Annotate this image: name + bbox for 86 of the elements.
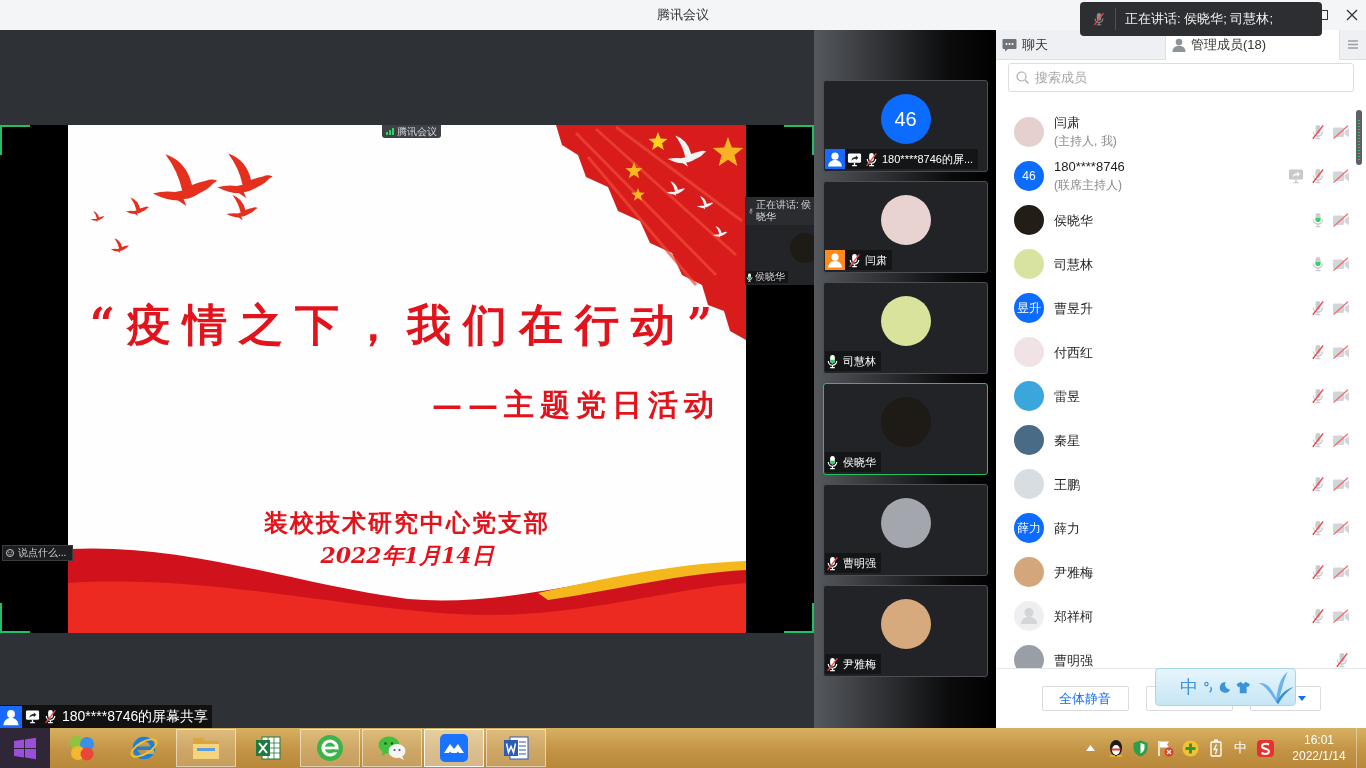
member-name: 尹雅梅 (1054, 564, 1094, 580)
member-name: 王鹏 (1054, 476, 1081, 492)
balls-cluster-icon (67, 733, 97, 763)
window-panes-icon (13, 736, 37, 760)
video-tile[interactable]: 闫肃 (823, 181, 988, 273)
member-name: 司慧林 (1054, 256, 1094, 272)
avatar-initials: 昱升 (1014, 293, 1044, 323)
participant-name: 曹明强 (843, 555, 876, 571)
member-role-note: (联席主持人) (1054, 177, 1123, 193)
video-tile[interactable]: 尹雅梅 (823, 585, 988, 677)
document-icon (502, 734, 530, 762)
video-tile[interactable]: 侯晓华 (823, 383, 988, 475)
smiley-icon (6, 549, 14, 557)
slide-subtitle: ——主题党日活动 (432, 386, 720, 424)
participant-name: 180****8746的屏... (882, 151, 974, 167)
avatar-initials: 46 (1014, 161, 1044, 191)
participant-name: 侯晓华 (843, 454, 876, 470)
punctuation-icon[interactable] (1204, 681, 1213, 693)
dove-drawing (110, 238, 130, 253)
member-name: 180****8746 (1054, 159, 1126, 174)
scrollbar-thumb[interactable] (1356, 110, 1362, 165)
participant-name: 司慧林 (843, 353, 876, 369)
slide-title: “疫情之下，我们在行动” (89, 298, 725, 352)
user-icon (1172, 37, 1186, 52)
menu-button[interactable] (1340, 30, 1366, 60)
participant-name: 尹雅梅 (843, 656, 876, 672)
chat-hint-text: 说点什么... (18, 547, 67, 559)
panel-tab[interactable]: 聊天 (996, 30, 1166, 60)
ring-logo-icon (316, 734, 344, 762)
speaking-text: 正在讲话: 侯晓华; 司慧林; (1125, 10, 1274, 28)
member-name: 闫肃 (1054, 115, 1081, 130)
member-name: 郑祥柯 (1054, 608, 1094, 624)
member-name: 付西红 (1054, 344, 1094, 360)
folder-icon (191, 735, 221, 761)
member-name: 曹昱升 (1054, 300, 1094, 316)
video-tile[interactable]: 曹明强 (823, 484, 988, 576)
moon-icon[interactable] (1218, 681, 1231, 693)
window-title: 腾讯会议 (657, 6, 709, 24)
corner-bracket-icon (784, 125, 814, 155)
corner-bracket-icon (0, 603, 30, 633)
slide-date: 2022年1月14日 (320, 541, 494, 569)
corner-bracket-icon (0, 125, 30, 155)
participant-name: 闫肃 (865, 252, 887, 268)
taskbar-app-button[interactable] (486, 729, 546, 767)
shield-icon[interactable] (1133, 739, 1148, 757)
swirl-logo-icon[interactable] (1257, 739, 1274, 757)
participant-name: 侯晓华 (755, 271, 785, 283)
share-name-text: 180****8746的屏幕共享 (62, 707, 209, 726)
member-name: 秦星 (1054, 432, 1081, 448)
member-role-note: (主持人, 我) (1054, 133, 1118, 149)
caret-up-icon[interactable] (1086, 745, 1095, 751)
member-name: 侯晓华 (1054, 212, 1094, 228)
flag-icon[interactable] (1157, 739, 1174, 757)
mini-toast-text: 正在讲话: 侯晓华 (755, 199, 812, 223)
search-icon (1016, 71, 1029, 84)
shirt-icon[interactable] (1236, 680, 1251, 694)
taskbar-app-button[interactable] (300, 729, 360, 767)
menu-icon (1348, 40, 1358, 49)
penguin-icon[interactable] (1107, 739, 1124, 757)
member-name: 雷昱 (1054, 388, 1081, 404)
mountain-logo-icon (440, 734, 468, 762)
search-field[interactable]: 搜索成员 (1008, 63, 1354, 92)
member-name: 曹明强 (1054, 652, 1094, 668)
video-tile[interactable]: 司慧林 (823, 282, 988, 374)
dove-drawing (90, 210, 105, 222)
member-name: 薛力 (1054, 520, 1081, 536)
corner-bracket-icon (784, 603, 814, 633)
default-avatar-icon (1014, 601, 1044, 631)
video-tile[interactable]: 46 180****8746的屏... (823, 80, 988, 172)
dove-drawing (152, 154, 218, 206)
taskbar-app-button[interactable] (424, 729, 484, 767)
signal-bars-icon (386, 128, 394, 135)
footer-button[interactable]: 全体静音 (1041, 686, 1129, 711)
battery-icon[interactable] (1209, 739, 1222, 757)
plus-circle-icon[interactable] (1182, 739, 1199, 757)
slide-organization: 装校技术研究中心党支部 (264, 507, 550, 539)
app-tag-text: 腾讯会议 (397, 125, 437, 138)
avatar-initials: 46 (880, 94, 931, 144)
chat-bubbles-icon (377, 735, 407, 761)
spreadsheet-icon (254, 734, 282, 762)
caret-down-icon (1297, 696, 1306, 701)
dove-drawing (126, 197, 149, 216)
close-icon[interactable] (1346, 9, 1358, 21)
start-button[interactable] (0, 728, 50, 768)
chat-icon (1002, 37, 1017, 52)
avatar-initials: 薛力 (1014, 513, 1044, 543)
